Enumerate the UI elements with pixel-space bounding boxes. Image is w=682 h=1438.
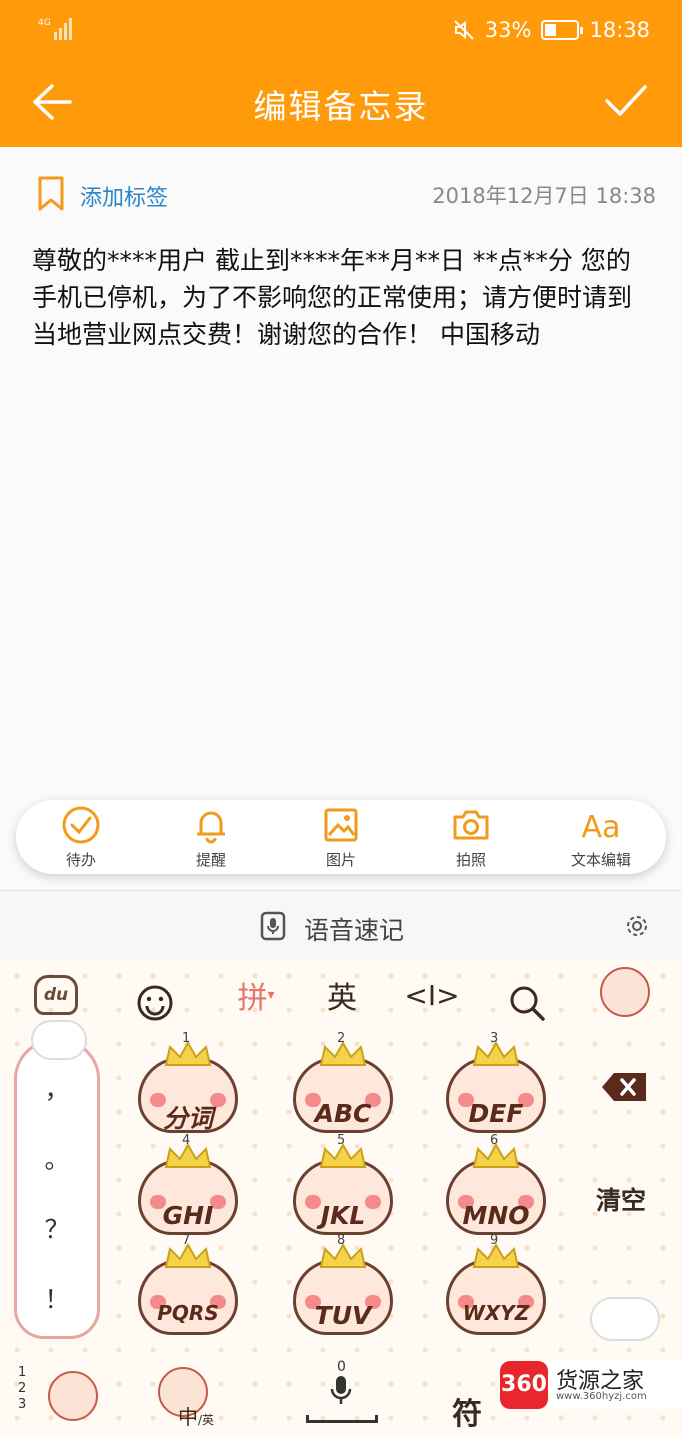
battery-icon [541,20,584,40]
status-right: 33% 18:38 [453,16,650,44]
punctuation-column: ， 。 ？ ！ [14,1020,100,1339]
watermark-badge: 360 [500,1361,548,1409]
svg-text:Aa: Aa [582,810,621,845]
punct-period-key[interactable]: 。 [17,1140,97,1176]
key-8[interactable]: 8 TUV [283,1233,403,1335]
key-6[interactable]: 6 MNO [436,1133,556,1235]
umbrella-mascot-icon [48,1371,98,1421]
dropdown-caret-icon: ▾ [267,987,275,1003]
text-format-button[interactable]: Aa 文本编辑 [541,805,661,870]
key-label: WXYZ [462,1301,530,1325]
pinyin-mode-button[interactable]: 拼 ▾ [226,969,286,1021]
confirm-check-icon[interactable] [604,82,648,120]
english-mode-button[interactable]: 英 [320,969,364,1021]
todo-label: 待办 [65,850,96,869]
note-date: 2018年12月7日 18:38 [432,184,656,208]
space-key[interactable] [306,1415,378,1423]
svg-text:4G: 4G [38,18,51,28]
image-button[interactable]: 图片 [281,805,401,870]
pinyin-label: 拼 [237,981,268,1016]
symbol-key[interactable]: 符 [452,1389,482,1433]
key-number: 2 [337,1031,346,1046]
en-label: /英 [198,1413,215,1427]
key-label: DEF [468,1099,524,1128]
camera-label: 拍照 [455,850,486,869]
zh-label: 中 [178,1405,198,1429]
watermark-url: www.360hyzj.com [556,1391,647,1402]
zh-en-switch-key[interactable]: 中/英 [178,1401,214,1430]
punct-exclaim-key[interactable]: ！ [17,1280,97,1316]
punct-question-key[interactable]: ？ [17,1210,97,1246]
keyboard: 语音速记 du 拼 ▾ 英 <I> ， 。 ？ ！ 1 分词 2 ABC 3 D… [0,890,682,1438]
key-number: 9 [490,1233,499,1248]
key-number: 7 [182,1233,191,1248]
camera-icon [453,810,489,839]
zero-label: 0 [337,1359,346,1375]
mute-icon [454,20,474,40]
key-4[interactable]: 4 GHI [128,1133,248,1235]
key-label: PQRS [157,1301,219,1325]
key-label: GHI [162,1201,214,1230]
key-number: 3 [490,1031,499,1046]
add-tag-link[interactable]: 添加标签 [80,180,168,212]
edit-toolbar: 待办 提醒 图片 拍照 Aa 文本编辑 [16,800,666,874]
tag-row: 添加标签 2018年12月7日 18:38 [36,172,656,216]
reminder-label: 提醒 [195,850,226,869]
clock: 18:38 [589,18,650,42]
note-body-editor[interactable]: 尊敬的****用户 截止到****年**月**日 **点**分 您的手机已停机，… [32,242,654,353]
clear-button[interactable]: 清空 [596,1181,646,1217]
page-title: 编辑备忘录 [253,87,429,126]
key-label: 分词 [162,1104,213,1133]
key-label: ABC [314,1099,372,1128]
text-format-label: 文本编辑 [570,850,631,869]
reminder-button[interactable]: 提醒 [151,805,271,870]
key-9[interactable]: 9 WXYZ [436,1233,556,1335]
mascot-icon[interactable] [600,967,650,1017]
key-label: TUV [314,1301,372,1330]
number-key-label: 1 2 3 [18,1365,27,1412]
emoji-icon[interactable] [136,977,174,1029]
watermark: 360 货源之家 www.360hyzj.com [500,1361,682,1409]
key-7[interactable]: 7 PQRS [128,1233,248,1335]
key-label: MNO [462,1201,530,1230]
image-label: 图片 [325,850,356,869]
key-5[interactable]: 5 JKL [283,1133,403,1235]
text-format-icon: Aa [582,810,621,845]
key-label: JKL [320,1201,366,1230]
voice-memo-bar[interactable]: 语音速记 [0,891,682,959]
battery-percent: 33% [484,18,532,42]
cloud-mascot-icon [31,1020,87,1060]
todo-check-icon [62,806,100,843]
du-logo-button[interactable]: du [34,975,78,1015]
app-header: 4G 33% 18:38 编辑备忘录 [0,0,682,147]
status-bar: 4G 33% 18:38 [0,0,682,58]
keyboard-topbar: du 拼 ▾ 英 <I> [0,959,682,1031]
bell-icon [197,811,225,843]
key-number: 8 [337,1233,346,1248]
key-2[interactable]: 2 ABC [283,1031,403,1133]
search-icon[interactable] [508,977,546,1029]
backspace-icon[interactable] [600,1071,648,1103]
number-key[interactable]: 1 2 3 [18,1365,26,1413]
camera-button[interactable]: 拍照 [411,805,531,870]
bookmark-icon[interactable] [36,176,66,212]
cloud-mascot-icon [590,1297,660,1341]
key-number: 5 [337,1133,346,1148]
voice-memo-label: 语音速记 [304,916,405,945]
key-1[interactable]: 1 分词 [128,1031,248,1133]
todo-button[interactable]: 待办 [21,805,141,870]
microphone-icon[interactable] [330,1375,352,1405]
punct-comma-key[interactable]: ， [17,1070,97,1106]
key-3[interactable]: 3 DEF [436,1031,556,1133]
key-number: 6 [490,1133,499,1148]
gear-icon[interactable] [624,913,650,939]
signal-icon: 4G [38,18,72,40]
image-icon [324,808,358,841]
cursor-move-button[interactable]: <I> [404,969,459,1021]
key-number: 4 [182,1133,191,1148]
key-number: 1 [182,1031,191,1046]
voice-note-icon [260,911,286,941]
